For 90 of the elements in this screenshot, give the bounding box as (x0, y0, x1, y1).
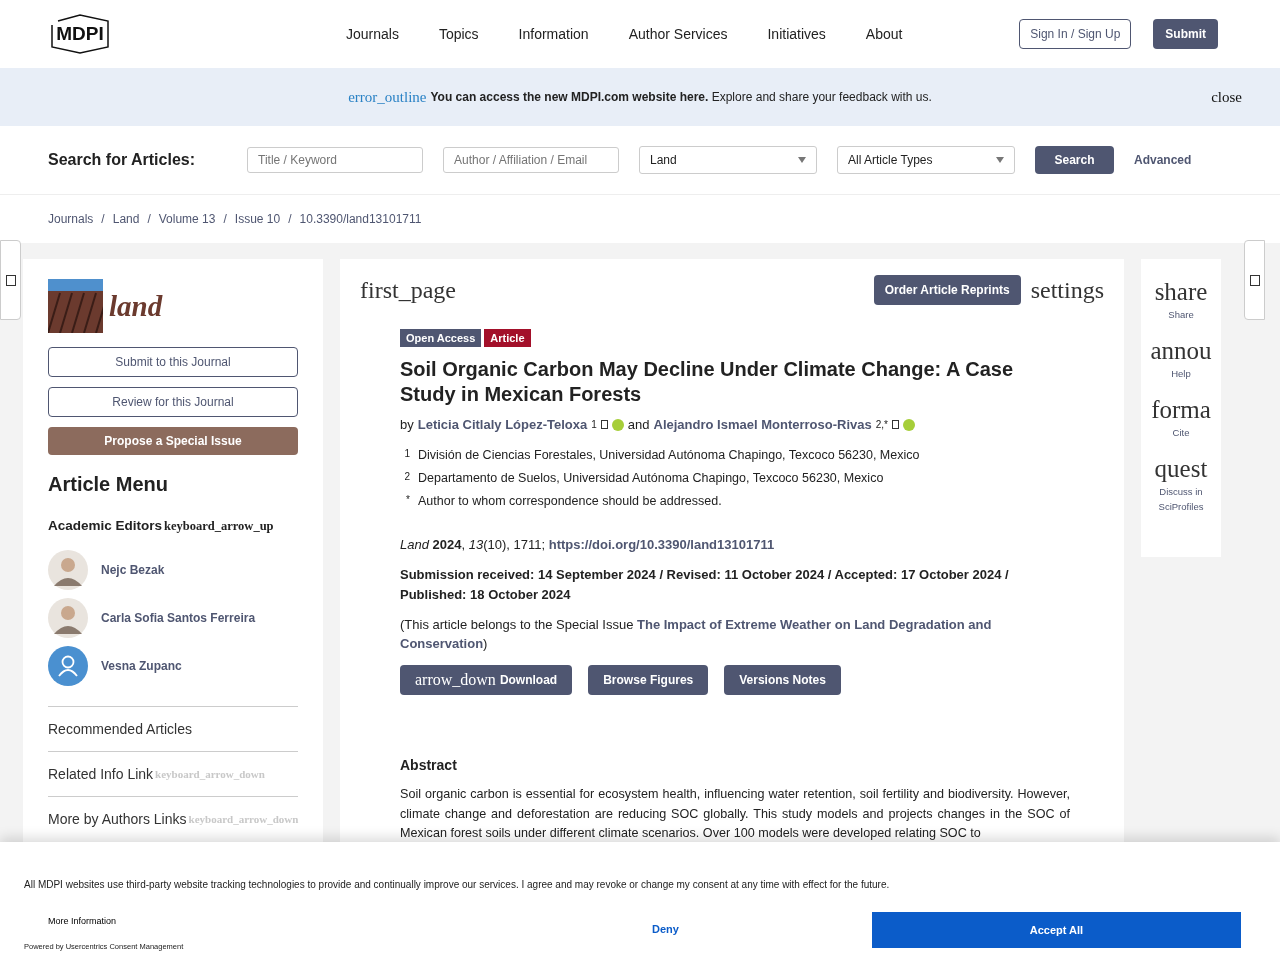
toggle-icon-text[interactable]: keyboard_arrow_up (164, 519, 274, 534)
tool-icon-text[interactable]: quest (1154, 454, 1208, 484)
square-icon (600, 420, 608, 429)
user-avatar-icon (48, 646, 88, 686)
editor-name[interactable]: Carla Sofia Santos Ferreira (101, 611, 256, 625)
tool-icon-text[interactable]: annou (1150, 336, 1212, 366)
nav-link[interactable]: Journals (346, 26, 399, 42)
breadcrumb-link[interactable]: Volume 13 (158, 212, 216, 226)
article-badge: Open Access (400, 329, 482, 347)
affiliation-mark: 1 (403, 448, 410, 461)
square-icon (891, 420, 899, 429)
article-title: Soil Organic Carbon May Decline Under Climate Change: A Case Study in Mexican Forests (400, 357, 1015, 407)
breadcrumb-link[interactable]: Land (112, 212, 140, 226)
cookie-text: All MDPI websites use third-party website tracking technologies to provide and continually improve our services. I agree and may revoke or change my consent at any time with effect for the future. (24, 879, 890, 890)
more-info-link[interactable]: More Information (48, 916, 117, 926)
deny-button[interactable]: Deny (646, 922, 685, 936)
notice-message: You can access the new MDPI.com website here. Explore and share your feedback with us. (430, 90, 932, 104)
avatar (48, 550, 88, 590)
tool-icon-text[interactable]: forma (1151, 395, 1211, 425)
search-button[interactable]: Search (1035, 146, 1114, 174)
editor-name[interactable]: Nejc Bezak (101, 563, 165, 577)
journal-button[interactable]: Propose a Special Issue (48, 427, 298, 455)
field-logo-icon (48, 279, 103, 333)
affiliation-text: División de Ciencias Forestales, Universidad Autónoma Chapingo, Texcoco 56230, Mexico (418, 448, 920, 464)
close-button[interactable]: close (1211, 88, 1242, 106)
menu-title: Article Menu (48, 473, 170, 496)
affiliation-mark: 1 (591, 419, 597, 430)
article-badge: Article (484, 329, 531, 347)
accept-button[interactable]: Accept All (872, 912, 1241, 948)
side-tab[interactable] (0, 240, 21, 320)
article-button[interactable]: Browse Figures (588, 665, 709, 695)
notice-icon-text: error_outline (348, 88, 427, 106)
tool-label[interactable]: Share (1168, 307, 1194, 322)
editors-title: Academic Editors (48, 518, 163, 533)
nav-link[interactable]: Author Services (628, 26, 728, 42)
breadcrumb-link[interactable]: Journals (48, 212, 94, 226)
dropdown-caret-icon (798, 157, 806, 163)
breadcrumb-separator: / (223, 212, 227, 226)
dropdown[interactable]: All Article Types (837, 146, 1015, 174)
breadcrumb-separator: / (147, 212, 151, 226)
abstract-text: Soil organic carbon is essential for ecosystem health, influencing water retention, soil fertility and biodiversity. However, climate change and deforestation are reducing SOC globally. This study models and projects changes in the SOC of Mexican forest soils under different climate scenarios. Over 100 models were developed relating SOC to (400, 786, 1070, 842)
first-page-icon-text[interactable]: first_page (360, 276, 456, 304)
nav-link[interactable]: Initiatives (767, 26, 826, 42)
tool-icon-text[interactable]: share (1154, 277, 1208, 307)
editor-name[interactable]: Vesna Zupanc (101, 659, 182, 673)
breadcrumb-separator: / (101, 212, 105, 226)
author-link[interactable]: Leticia Citlaly López-Teloxa (417, 417, 588, 432)
avatar (48, 598, 88, 638)
nav-link[interactable]: Information (518, 26, 589, 42)
menu-link[interactable]: More by Authors Links (48, 811, 187, 827)
menu-link[interactable]: Recommended Articles (48, 721, 192, 737)
tool-label[interactable]: Help (1171, 366, 1191, 381)
nav-link[interactable]: About (865, 26, 903, 42)
side-tab[interactable] (1244, 240, 1265, 320)
search-label: Search for Articles: (48, 151, 195, 169)
authors-prefix: by (400, 417, 414, 432)
article-button[interactable]: arrow_down Download (400, 665, 573, 695)
journal-name[interactable]: land (109, 289, 163, 323)
special-issue-text: (This article belongs to the Special Issue The Impact of Extreme Weather on Land Degradation and Conservation) (400, 616, 993, 653)
affiliation-mark: 2,* (875, 419, 888, 430)
tool-label[interactable]: Cite (1172, 425, 1190, 440)
journal-button[interactable]: Submit to this Journal (48, 347, 298, 377)
abstract-title: Abstract (400, 757, 458, 773)
search-field[interactable]: Title / Keyword (247, 147, 423, 173)
advanced-link[interactable]: Advanced (1134, 153, 1192, 167)
dates-text: Submission received: 14 September 2024 / Revised: 11 October 2024 / Accepted: 17 October 2024 / Published: 18 October 2024 (400, 566, 1010, 604)
tool-label[interactable]: Discuss in SciProfiles (1141, 484, 1221, 514)
menu-link[interactable]: Related Info Link (48, 766, 154, 782)
authors-joiner: and (627, 417, 650, 432)
dropdown[interactable]: Land (639, 146, 817, 174)
article-button[interactable]: Versions Notes (724, 665, 841, 695)
affiliation-mark: * (405, 494, 410, 507)
breadcrumb-separator: / (288, 212, 292, 226)
breadcrumb-link[interactable]: Issue 10 (234, 212, 281, 226)
doi-link[interactable]: https://doi.org/10.3390/land13101711 (548, 537, 775, 552)
settings-icon-text[interactable]: settings (1030, 276, 1104, 304)
nav-link[interactable]: Topics (438, 26, 479, 42)
affiliation-text: Departamento de Suelos, Universidad Autónoma Chapingo, Texcoco 56230, Mexico (418, 471, 884, 487)
breadcrumb-link[interactable]: 10.3390/land13101711 (299, 212, 422, 226)
logo[interactable]: MDPI (48, 13, 112, 55)
affiliation-mark: 2 (403, 471, 410, 484)
sign-in-button[interactable]: Sign In / Sign Up (1019, 19, 1132, 49)
journal-button[interactable]: Review for this Journal (48, 387, 298, 417)
affiliation-text: Author to whom correspondence should be addressed. (418, 494, 722, 510)
reprints-button[interactable]: Order Article Reprints (873, 275, 1021, 305)
citation-text: Land 2024, 13(10), 1711; (400, 537, 547, 552)
submit-button[interactable]: Submit (1153, 19, 1218, 49)
author-link[interactable]: Alejandro Ismael Monterroso-Rivas (653, 417, 872, 432)
search-field[interactable]: Author / Affiliation / Email (443, 147, 619, 173)
dropdown-caret-icon (996, 157, 1004, 163)
